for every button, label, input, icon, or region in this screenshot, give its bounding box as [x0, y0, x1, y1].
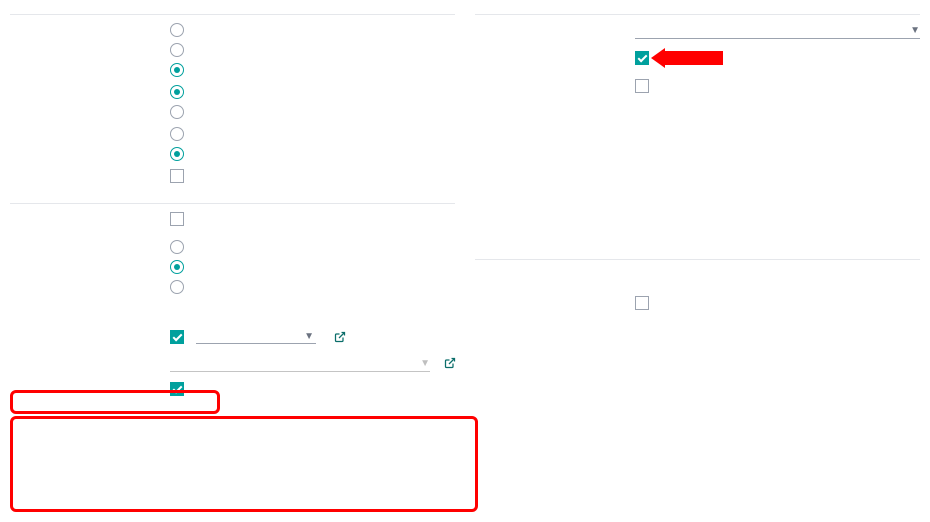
limit-attempts-checkbox[interactable]: [635, 79, 649, 93]
is-certification-label: [10, 330, 170, 332]
is-certification-checkbox[interactable]: [170, 330, 184, 344]
access-mode-select[interactable]: ▼: [635, 23, 920, 39]
certification-template-select[interactable]: ▼: [196, 331, 316, 344]
annotation-box-required-score: [10, 390, 220, 414]
back-button-checkbox[interactable]: [170, 169, 184, 183]
certified-email-label: [10, 356, 170, 358]
question-selection-option-all[interactable]: [170, 127, 455, 141]
scoring-label: [10, 240, 170, 242]
time-limit-checkbox[interactable]: [170, 212, 184, 226]
chevron-down-icon: ▼: [910, 25, 920, 36]
require-login-checkbox[interactable]: [635, 51, 649, 65]
scoring-option-without-answers[interactable]: [170, 280, 455, 294]
pagination-option-section[interactable]: [170, 43, 455, 57]
back-button-label: [10, 169, 170, 171]
pagination-option-all[interactable]: [170, 23, 455, 37]
radio-icon: [170, 280, 184, 294]
participants-section-title: [475, 12, 920, 15]
certified-email-select[interactable]: ▼: [170, 356, 430, 372]
radio-icon: [170, 127, 184, 141]
annotation-arrow-icon: [663, 51, 723, 65]
pagination-label: [10, 23, 170, 25]
radio-icon: [170, 43, 184, 57]
require-login-label: [475, 51, 635, 53]
questions-section-title: [10, 12, 455, 15]
live-session-section-title: [475, 257, 920, 260]
radio-icon: [170, 105, 184, 119]
limit-attempts-label: [475, 79, 635, 81]
time-limit-label: [10, 212, 170, 214]
question-selection-option-randomized[interactable]: [170, 147, 455, 161]
reward-label: [475, 296, 635, 298]
radio-icon: [170, 240, 184, 254]
radio-icon: [170, 260, 184, 274]
reward-checkbox[interactable]: [635, 296, 649, 310]
give-badge-label: [10, 382, 170, 384]
external-link-icon: [334, 331, 346, 343]
external-link-icon: [444, 357, 456, 369]
scoring-option-with-answers[interactable]: [170, 260, 455, 274]
open-external-button[interactable]: [444, 357, 456, 372]
display-progress-label: [10, 85, 170, 87]
question-selection-label: [10, 127, 170, 129]
pagination-option-question[interactable]: [170, 63, 455, 77]
radio-icon: [170, 85, 184, 99]
chevron-down-icon: ▼: [304, 331, 314, 342]
access-mode-label: [475, 23, 635, 25]
chevron-down-icon: ▼: [420, 358, 430, 369]
annotation-box-certification: [10, 416, 478, 512]
radio-icon: [170, 63, 184, 77]
preview-link[interactable]: [334, 331, 350, 343]
scoring-option-none[interactable]: [170, 240, 455, 254]
session-code-label: [475, 268, 635, 270]
time-scoring-section-title: [10, 201, 455, 204]
radio-icon: [170, 23, 184, 37]
display-progress-option-number[interactable]: [170, 105, 455, 119]
required-score-label: [10, 302, 170, 304]
display-progress-option-percentage[interactable]: [170, 85, 455, 99]
radio-icon: [170, 147, 184, 161]
